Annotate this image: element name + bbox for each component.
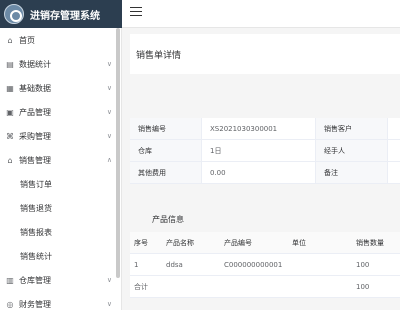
detail-row: 销售编号 XS2021030300001 销售客户 — [130, 118, 400, 140]
sidebar-item-label: 销售管理 — [19, 155, 51, 165]
sidebar-item-label: 首页 — [19, 35, 35, 45]
chevron-up-icon: ∧ — [106, 156, 112, 164]
sidebar-item-products[interactable]: ▣ 产品管理 ∨ — [0, 100, 122, 124]
detail-row: 仓库 1日 经手人 — [130, 140, 400, 162]
detail-label: 其他费用 — [130, 162, 202, 183]
sidebar: 进销存管理系统 ⌂ 首页 ▤ 数据统计 ∨ ▦ 基础数据 ∨ ▣ 产品管理 ∨ — [0, 0, 122, 310]
sidebar-item-purchase[interactable]: ⌘ 采购管理 ∨ — [0, 124, 122, 148]
sidebar-scrollbar[interactable] — [116, 28, 120, 278]
products-table: 序号 产品名称 产品编号 单位 销售数量 1 ddsa C00000000000… — [130, 232, 400, 298]
detail-label: 备注 — [316, 162, 388, 183]
table-cell — [220, 276, 288, 297]
chevron-down-icon: ∨ — [106, 276, 112, 284]
detail-label: 经手人 — [316, 140, 388, 161]
finance-icon: ◎ — [6, 299, 14, 309]
table-total-row: 合计 100 — [130, 276, 400, 298]
sidebar-subitem-sales-report[interactable]: 销售报表 — [0, 220, 122, 244]
sidebar-menu: ⌂ 首页 ▤ 数据统计 ∨ ▦ 基础数据 ∨ ▣ 产品管理 ∨ ⌘ 采购管理 ∨ — [0, 28, 122, 310]
chevron-down-icon: ∨ — [106, 108, 112, 116]
table-cell: 合计 — [134, 282, 148, 291]
app-title: 进销存管理系统 — [30, 10, 100, 22]
detail-row: 其他费用 0.00 备注 — [130, 162, 400, 184]
sidebar-item-home[interactable]: ⌂ 首页 — [0, 28, 122, 52]
main-content: 销售单详情 销售编号 XS2021030300001 销售客户 仓库 1日 经手… — [122, 28, 400, 310]
sidebar-item-basic-data[interactable]: ▦ 基础数据 ∨ — [0, 76, 122, 100]
sales-detail-table: 销售编号 XS2021030300001 销售客户 仓库 1日 经手人 其他费用… — [130, 118, 400, 184]
chevron-down-icon: ∨ — [106, 300, 112, 308]
page-title: 销售单详情 — [136, 51, 182, 61]
sidebar-subitem-sales-order[interactable]: 销售订单 — [0, 172, 122, 196]
sidebar-item-sales[interactable]: ⌂ 销售管理 ∧ — [0, 148, 122, 172]
grid-icon: ▦ — [6, 83, 14, 93]
column-header: 单位 — [292, 238, 306, 247]
table-cell — [162, 276, 220, 297]
column-header: 产品编号 — [224, 238, 252, 247]
column-header: 序号 — [134, 238, 148, 247]
app-logo-icon — [4, 4, 24, 24]
sidebar-subitem-sales-return[interactable]: 销售退货 — [0, 196, 122, 220]
home-icon: ⌂ — [7, 35, 13, 45]
detail-label: 销售客户 — [316, 118, 388, 139]
column-header: 销售数量 — [356, 238, 384, 247]
sidebar-item-label: 基础数据 — [19, 83, 51, 93]
chevron-down-icon: ∨ — [106, 60, 112, 68]
box-icon: ▣ — [6, 107, 14, 117]
sidebar-item-warehouse[interactable]: ▥ 仓库管理 ∨ — [0, 268, 122, 292]
table-header-row: 序号 产品名称 产品编号 单位 销售数量 — [130, 232, 400, 254]
detail-value: 0.00 — [202, 162, 316, 183]
sidebar-item-label: 采购管理 — [19, 131, 51, 141]
chevron-down-icon: ∨ — [106, 132, 112, 140]
table-cell: 100 — [356, 260, 370, 269]
tag-icon: ⌂ — [7, 155, 13, 165]
sidebar-item-label: 数据统计 — [19, 59, 51, 69]
sidebar-item-label: 仓库管理 — [19, 275, 51, 285]
table-cell: C000000000001 — [224, 260, 283, 269]
cart-icon: ⌘ — [6, 131, 14, 141]
detail-value — [388, 140, 400, 161]
detail-label: 销售编号 — [130, 118, 202, 139]
warehouse-icon: ▥ — [6, 275, 14, 285]
table-cell: 100 — [356, 282, 370, 291]
app-root: 进销存管理系统 ⌂ 首页 ▤ 数据统计 ∨ ▦ 基础数据 ∨ ▣ 产品管理 ∨ — [0, 0, 400, 310]
sidebar-item-finance[interactable]: ◎ 财务管理 ∨ — [0, 292, 122, 310]
detail-value — [388, 118, 400, 139]
page-header-card: 销售单详情 — [130, 34, 400, 74]
detail-label: 仓库 — [130, 140, 202, 161]
column-header: 产品名称 — [166, 238, 194, 247]
table-cell: 1 — [134, 260, 139, 269]
sidebar-item-label: 产品管理 — [19, 107, 51, 117]
table-cell: ddsa — [166, 260, 183, 269]
sidebar-item-statistics[interactable]: ▤ 数据统计 ∨ — [0, 52, 122, 76]
table-cell — [288, 254, 352, 275]
detail-value: XS2021030300001 — [202, 118, 316, 139]
table-cell — [288, 276, 352, 297]
sidebar-item-label: 财务管理 — [19, 299, 51, 309]
sidebar-subitem-sales-stats[interactable]: 销售统计 — [0, 244, 122, 268]
detail-value — [388, 162, 400, 183]
section-title-products: 产品信息 — [152, 215, 184, 224]
chart-icon: ▤ — [6, 59, 14, 69]
detail-value: 1日 — [202, 140, 316, 161]
chevron-down-icon: ∨ — [106, 84, 112, 92]
table-row: 1 ddsa C000000000001 100 — [130, 254, 400, 276]
top-bar — [122, 0, 400, 28]
menu-toggle-icon[interactable] — [130, 7, 142, 19]
brand-header: 进销存管理系统 — [0, 0, 122, 28]
